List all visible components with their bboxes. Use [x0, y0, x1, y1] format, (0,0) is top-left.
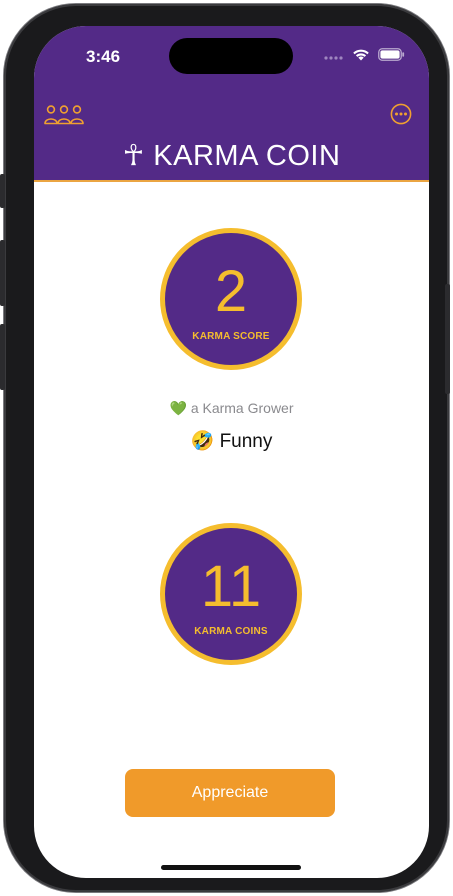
rank-text: a Karma Grower [190, 400, 294, 416]
phone-frame: 3:46 ☥ KARMA COIN 2 KARMA SCORE 💚 a Karm… [0, 4, 450, 892]
battery-icon [378, 48, 405, 61]
home-indicator[interactable] [161, 865, 301, 870]
volume-down-button [0, 324, 5, 390]
karma-coins-badge: 11 KARMA COINS [160, 523, 302, 665]
green-heart-icon: 💚 [169, 400, 187, 416]
trait-text: Funny [219, 431, 273, 452]
ankh-symbol: ☥ [122, 140, 145, 172]
power-button [445, 284, 450, 394]
app-screen: 3:46 ☥ KARMA COIN 2 KARMA SCORE 💚 a Karm… [34, 26, 429, 878]
signal-icon [324, 55, 343, 60]
karma-score-label: KARMA SCORE [192, 331, 270, 342]
app-header: 3:46 ☥ KARMA COIN [34, 26, 429, 182]
dynamic-island [169, 38, 293, 74]
karma-score-value: 2 [214, 259, 248, 324]
rofl-emoji-icon: 🤣 [190, 431, 215, 452]
wifi-icon [353, 49, 369, 61]
people-group-icon[interactable] [44, 104, 84, 131]
action-button [0, 174, 5, 208]
app-title-text: KARMA COIN [153, 140, 341, 172]
karma-score-badge: 2 KARMA SCORE [160, 228, 302, 370]
karma-coins-value: 11 [200, 554, 262, 619]
trait-line: 🤣 Funny [34, 429, 429, 453]
karma-coins-label: KARMA COINS [194, 626, 268, 637]
rank-line: 💚 a Karma Grower [34, 400, 429, 417]
app-title: ☥ KARMA COIN [34, 136, 429, 176]
status-icons [324, 48, 405, 61]
appreciate-button[interactable]: Appreciate [125, 769, 335, 817]
more-options-icon[interactable] [390, 103, 412, 130]
volume-up-button [0, 240, 5, 306]
status-time: 3:46 [86, 47, 121, 66]
